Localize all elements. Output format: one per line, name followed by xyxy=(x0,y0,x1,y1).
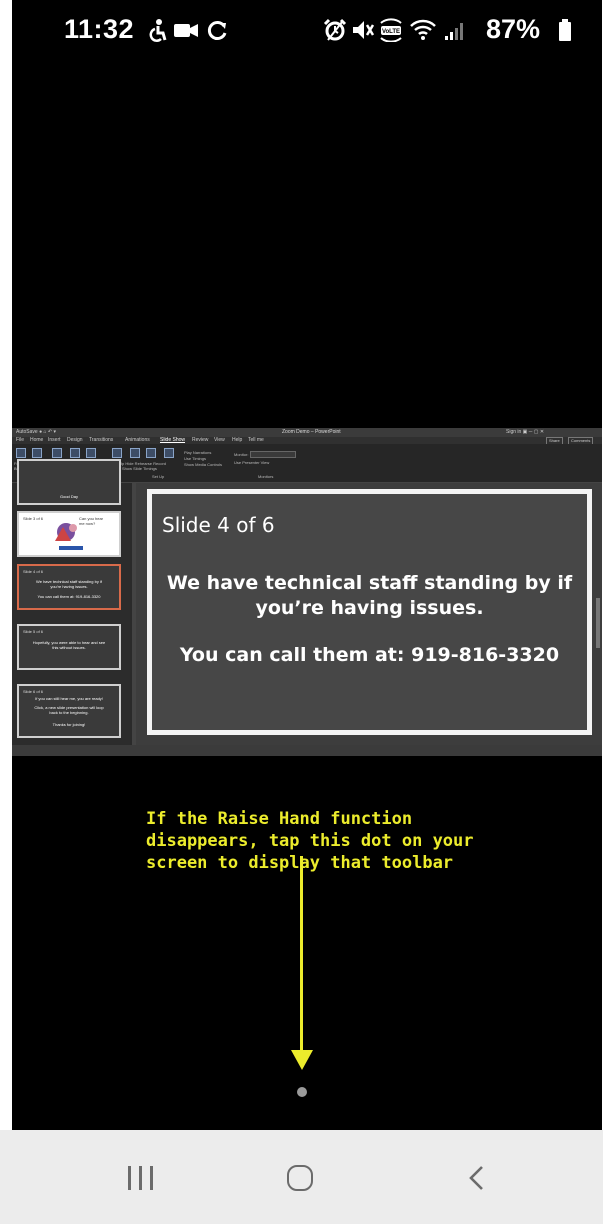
volte-icon: VoLTE xyxy=(380,18,402,42)
toolbar-dot[interactable] xyxy=(297,1087,307,1097)
app-titlebar: AutoSave ● ⌂ ↶ ▾ Zoom Demo – PowerPoint … xyxy=(12,428,602,437)
home-icon xyxy=(287,1165,313,1191)
slide-thumbnail-pane[interactable]: Good Day Slide 3 of 6 Can you hear me no… xyxy=(12,459,130,745)
wifi-icon xyxy=(410,19,436,40)
slide-text-line-3: You can call them at: 919-816-3320 xyxy=(179,644,560,666)
battery-icon xyxy=(559,19,571,41)
slide-thumbnail-2[interactable]: Good Day xyxy=(17,459,121,505)
slide-text-line-2: you’re having issues. xyxy=(255,597,484,619)
ribbon-tabs: File Home Insert Design Transitions Anim… xyxy=(12,437,602,445)
instruction-line-3: screen to display that toolbar xyxy=(146,853,454,873)
vertical-scrollbar[interactable] xyxy=(596,598,600,648)
app-window-title: Zoom Demo – PowerPoint xyxy=(282,429,341,435)
slide-number-label: Slide 4 of 6 xyxy=(162,513,275,537)
recents-icon xyxy=(128,1166,153,1190)
slide-thumbnail-3[interactable]: Slide 3 of 6 Can you hear me now? xyxy=(17,511,121,557)
slide-thumbnail-4[interactable]: Slide 4 of 6 We have technical staff sta… xyxy=(17,564,121,610)
mute-icon xyxy=(353,21,375,39)
powerpoint-statusbar xyxy=(12,745,602,756)
window-controls: Sign in ▣ ─ ▢ ✕ xyxy=(506,429,545,435)
status-bar: 11:32 VoLTE 87% xyxy=(12,0,602,64)
signal-icon xyxy=(445,23,463,40)
arrow-shaft xyxy=(300,856,303,1052)
slide-text-line-1: We have technical staff standing by if xyxy=(166,572,573,594)
sync-icon xyxy=(207,21,227,40)
phone-screen: 11:32 VoLTE 87% AutoSave ● ⌂ ↶ ▾ Zoom De… xyxy=(12,0,602,1224)
battery-percentage: 87% xyxy=(486,14,541,44)
instruction-line-2: disappears, tap this dot on your xyxy=(146,831,474,851)
alarm-icon xyxy=(323,18,347,41)
video-camera-icon xyxy=(174,24,198,37)
slide-thumbnail-5[interactable]: Slide 5 of 6 Hopefully, you were able to… xyxy=(17,624,121,670)
status-time: 11:32 xyxy=(64,14,135,44)
slide-thumbnail-6[interactable]: Slide 6 of 6 If you can still hear me, y… xyxy=(17,684,121,738)
shared-screen[interactable]: AutoSave ● ⌂ ↶ ▾ Zoom Demo – PowerPoint … xyxy=(12,428,602,756)
svg-text:VoLTE: VoLTE xyxy=(382,29,400,35)
accessibility-icon xyxy=(149,19,167,42)
instruction-line-1: If the Raise Hand function xyxy=(146,809,413,829)
autosave-toggle: AutoSave ● ⌂ ↶ ▾ xyxy=(16,429,56,435)
arrow-down-icon xyxy=(291,1050,313,1070)
back-icon xyxy=(469,1166,483,1190)
instruction-text: If the Raise Hand function disappears, t… xyxy=(146,808,474,874)
current-slide: Slide 4 of 6 We have technical staff sta… xyxy=(147,489,592,735)
